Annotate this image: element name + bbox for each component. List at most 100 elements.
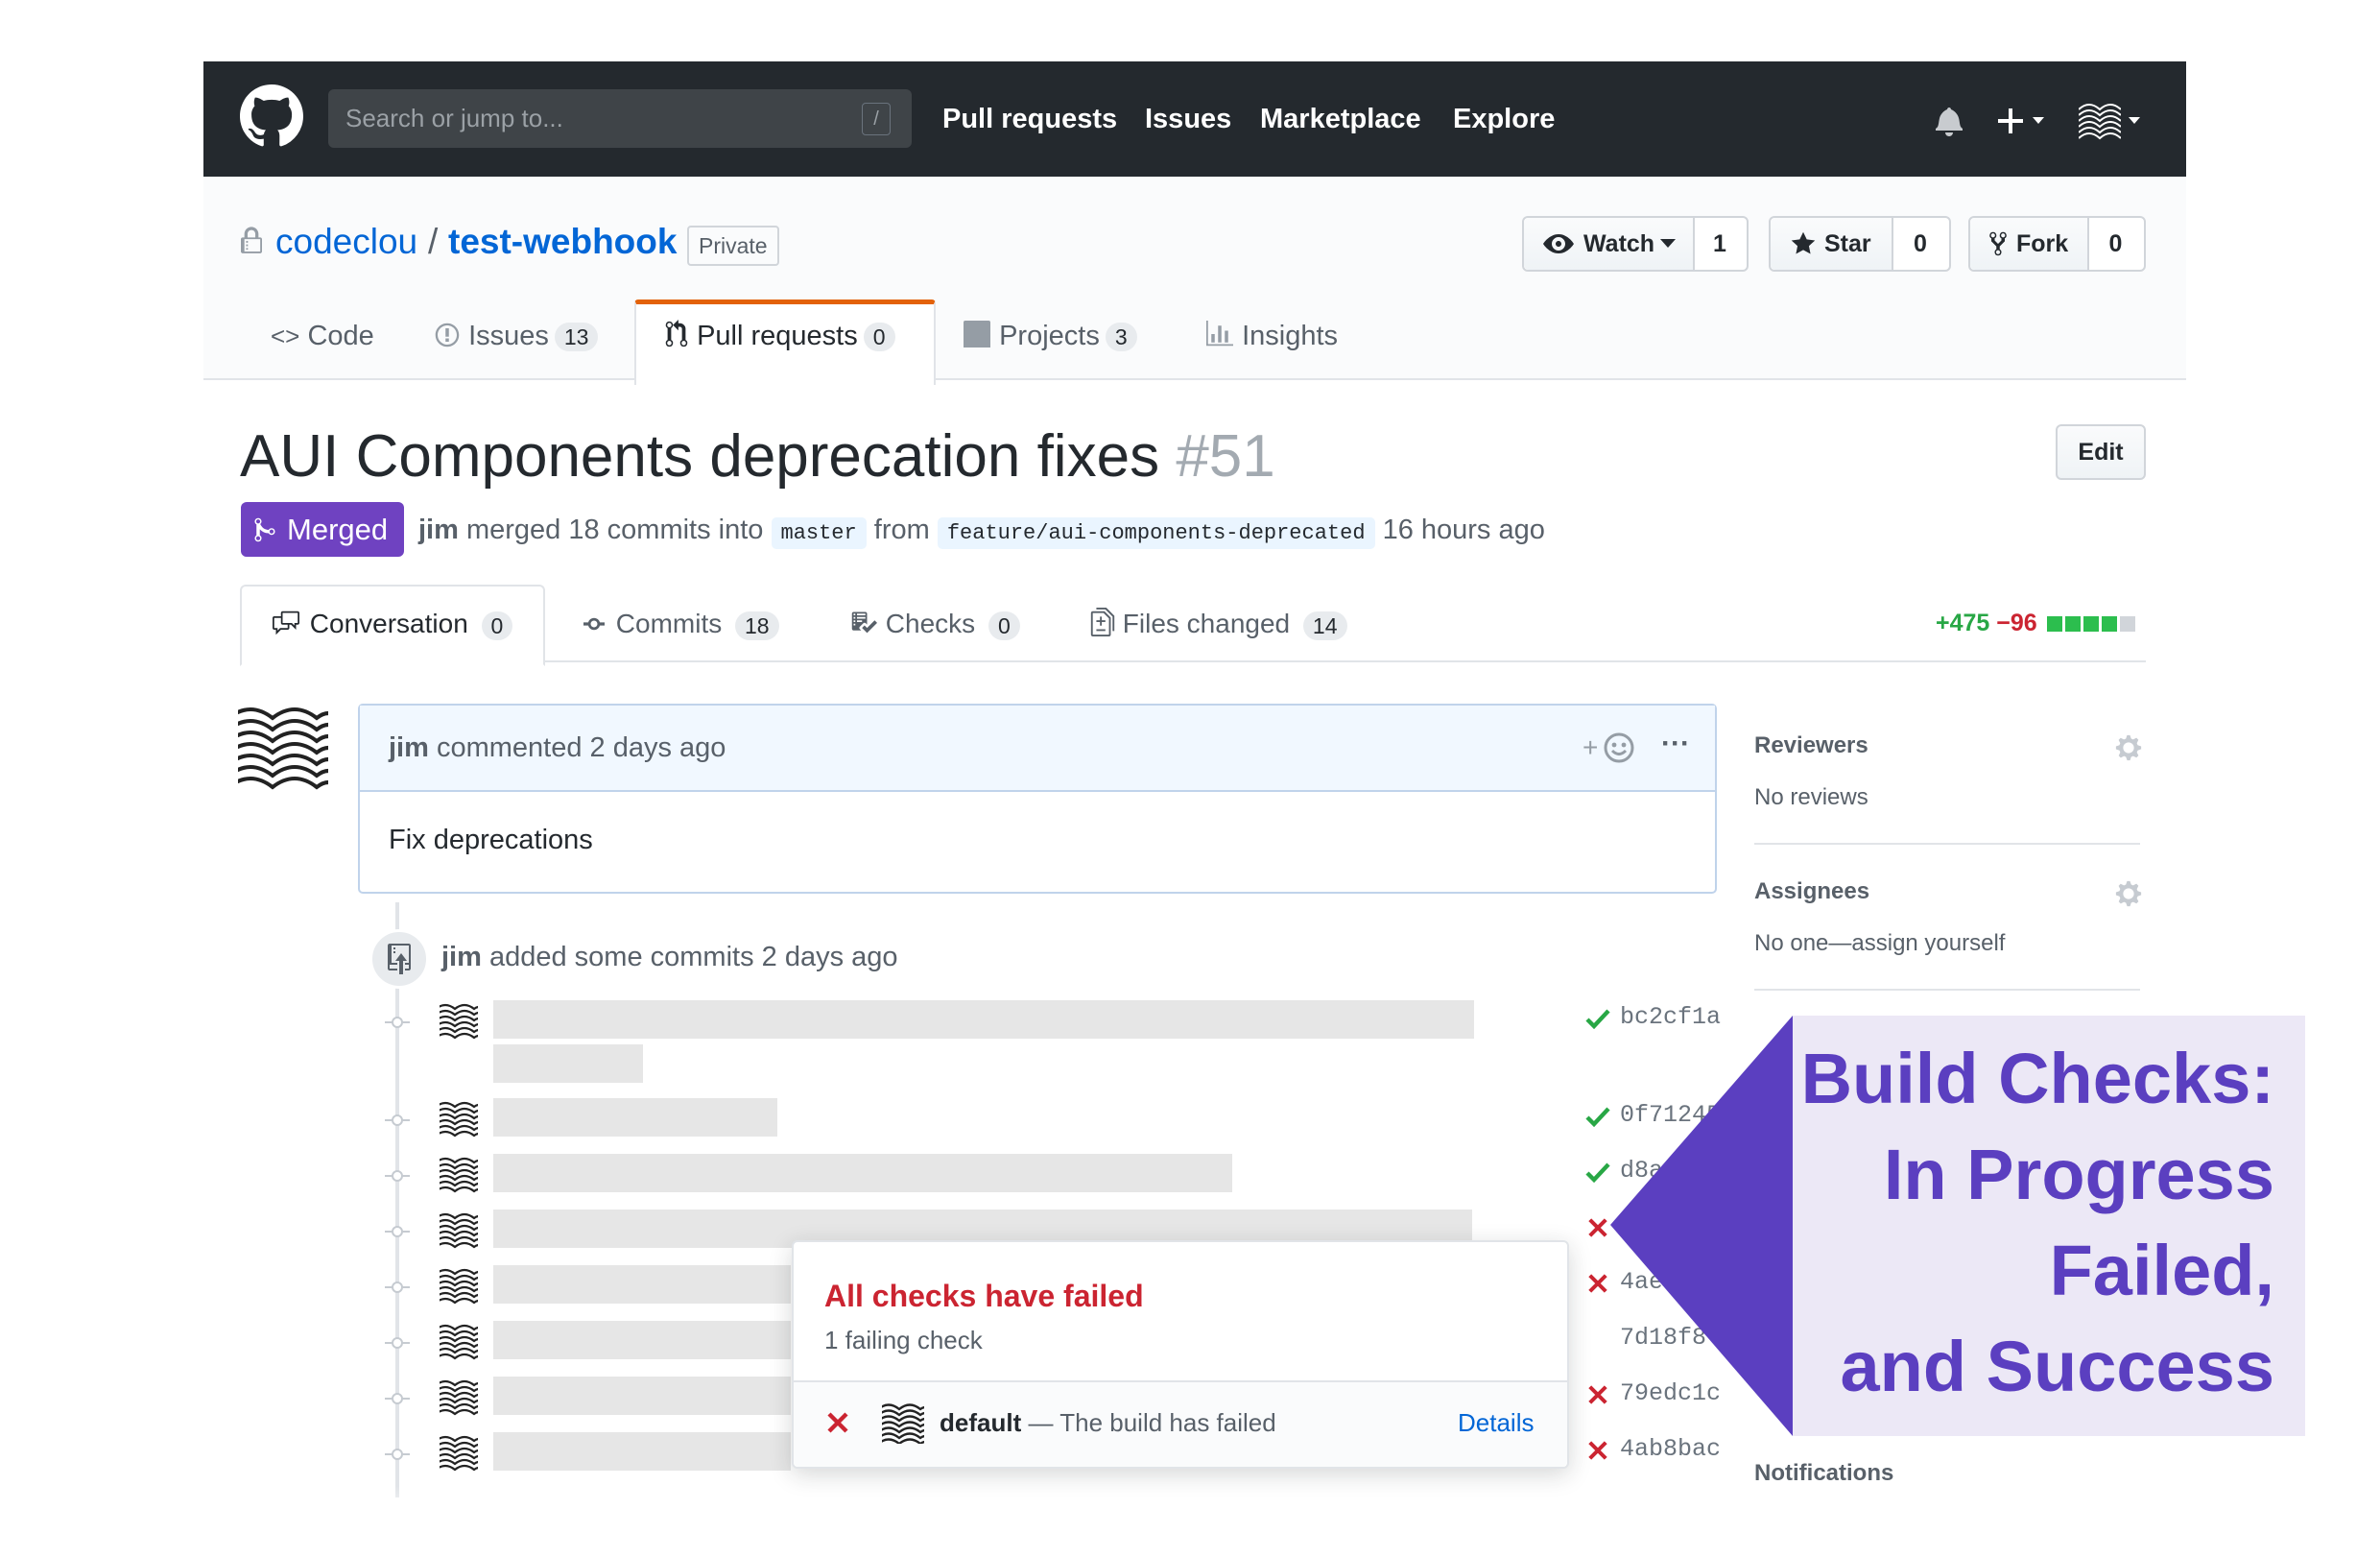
star-button[interactable]: Star xyxy=(1771,218,1893,270)
chevron-down-icon xyxy=(1660,239,1676,249)
commit-author-avatar[interactable] xyxy=(440,1267,478,1305)
assignees-value[interactable]: No one—assign yourself xyxy=(1754,928,2005,959)
check-status-text: — The build has failed xyxy=(1028,1408,1276,1437)
tab-projects[interactable]: Projects 3 xyxy=(963,317,1137,355)
commit-row: d8a xyxy=(374,1154,1718,1206)
smiley-icon[interactable] xyxy=(1604,732,1634,763)
check-app-avatar xyxy=(882,1401,924,1444)
tab-checks[interactable]: Checks 0 xyxy=(849,605,1020,643)
nav-pull-requests[interactable]: Pull requests xyxy=(942,100,1117,138)
watch-count[interactable]: 1 xyxy=(1695,218,1745,270)
tab-pull-requests-label: Pull requests xyxy=(697,321,858,351)
lock-icon xyxy=(241,227,262,255)
edit-button[interactable]: Edit xyxy=(2056,424,2146,480)
tab-commits-count: 18 xyxy=(735,611,779,640)
commit-author-avatar[interactable] xyxy=(440,1434,478,1473)
reviewers-gear-icon[interactable] xyxy=(2114,733,2143,762)
commit-dot-icon xyxy=(385,1281,410,1294)
star-icon xyxy=(1790,230,1817,257)
tab-files-changed-count: 14 xyxy=(1302,611,1347,640)
deletions-count: −96 xyxy=(1996,610,2037,636)
pr-title: AUI Components deprecation fixes #51 xyxy=(240,419,1275,495)
search-input[interactable] xyxy=(328,89,845,148)
add-reaction-button[interactable]: + xyxy=(1583,729,1598,767)
check-row: default — The build has failed Details xyxy=(794,1382,1567,1467)
pr-title-text: AUI Components deprecation fixes xyxy=(240,423,1160,490)
reviewers-value: No reviews xyxy=(1754,784,1868,810)
comment-action: commented 2 days ago xyxy=(436,732,726,763)
commit-author-avatar[interactable] xyxy=(440,1100,478,1138)
assignees-heading[interactable]: Assignees xyxy=(1754,876,1869,907)
check-success-icon[interactable] xyxy=(1585,1106,1610,1127)
fork-count[interactable]: 0 xyxy=(2089,218,2142,270)
callout-line-4: and Success xyxy=(1840,1327,2274,1406)
details-link[interactable]: Details xyxy=(1458,1405,1534,1440)
tab-insights[interactable]: Insights xyxy=(1205,317,1338,355)
star-label: Star xyxy=(1824,230,1871,257)
nav-explore[interactable]: Explore xyxy=(1453,100,1555,138)
pr-author-link[interactable]: jim xyxy=(418,515,459,545)
fork-button[interactable]: Fork xyxy=(1970,218,2089,270)
tab-pull-requests-count: 0 xyxy=(863,323,895,352)
tab-projects-label: Projects xyxy=(999,321,1100,351)
fork-label: Fork xyxy=(2016,230,2069,257)
tab-commits[interactable]: Commits 18 xyxy=(580,605,779,643)
tab-checks-count: 0 xyxy=(988,611,1020,640)
comment-author-link[interactable]: jim xyxy=(389,732,429,763)
github-logo-icon[interactable] xyxy=(240,84,303,148)
commit-sha-link[interactable]: 4ab8bac xyxy=(1620,1434,1721,1465)
commit-author-avatar[interactable] xyxy=(440,1323,478,1361)
tab-files-changed[interactable]: Files changed 14 xyxy=(1090,605,1347,643)
checks-popover-subtitle: 1 failing check xyxy=(824,1326,983,1354)
assignees-gear-icon[interactable] xyxy=(2114,879,2143,908)
callout-line-1: Build Checks: xyxy=(1800,1039,2274,1118)
check-success-icon[interactable] xyxy=(1585,1008,1610,1029)
search-box[interactable]: / xyxy=(328,89,912,148)
sidebar-divider xyxy=(1754,989,2140,991)
commit-author-avatar[interactable] xyxy=(440,1211,478,1250)
tab-pull-requests[interactable]: Pull requests 0 xyxy=(664,317,895,355)
check-failure-icon[interactable] xyxy=(1587,1384,1608,1405)
avatar[interactable] xyxy=(2079,100,2148,142)
check-failure-icon[interactable] xyxy=(1587,1273,1608,1294)
tab-code[interactable]: <> Code xyxy=(271,317,374,355)
reviewers-heading[interactable]: Reviewers xyxy=(1754,731,1868,761)
repo-name-link[interactable]: test-webhook xyxy=(448,221,677,263)
tab-issues[interactable]: Issues 13 xyxy=(434,317,599,355)
merged-label: Merged xyxy=(287,513,389,546)
star-count[interactable]: 0 xyxy=(1893,218,1947,270)
comment-author-avatar[interactable] xyxy=(238,705,328,791)
comment-more-button[interactable]: ··· xyxy=(1661,725,1690,763)
comment-box: jim commented 2 days ago + ··· Fix depre… xyxy=(358,704,1717,894)
search-shortcut-key: / xyxy=(862,103,891,135)
checks-popover: All checks have failed 1 failing check d… xyxy=(792,1240,1569,1469)
tab-conversation[interactable]: Conversation 0 xyxy=(270,605,513,643)
fork-button-group: Fork 0 xyxy=(1968,216,2146,272)
callout-line-3: Failed, xyxy=(2049,1231,2274,1310)
nav-issues[interactable]: Issues xyxy=(1145,100,1231,138)
check-name: default xyxy=(940,1408,1022,1437)
watch-button[interactable]: Watch xyxy=(1524,218,1695,270)
commit-message-redacted xyxy=(493,1098,777,1137)
check-failure-icon[interactable] xyxy=(1587,1217,1608,1238)
issue-opened-icon xyxy=(434,322,461,348)
plus-icon[interactable] xyxy=(1996,104,2052,138)
commit-author-avatar[interactable] xyxy=(440,1002,478,1041)
head-branch[interactable]: feature/aui-components-deprecated xyxy=(937,517,1375,549)
commit-author-avatar[interactable] xyxy=(440,1156,478,1194)
check-success-icon[interactable] xyxy=(1585,1162,1610,1183)
comment-meta: jim commented 2 days ago xyxy=(389,729,726,767)
commits-event-author[interactable]: jim xyxy=(441,942,482,972)
nav-marketplace[interactable]: Marketplace xyxy=(1260,100,1421,138)
commit-dot-icon xyxy=(385,1225,410,1238)
bell-icon[interactable] xyxy=(1935,106,1964,136)
repo-owner-link[interactable]: codeclou xyxy=(275,221,417,263)
base-branch[interactable]: master xyxy=(771,517,867,549)
sidebar-divider xyxy=(1754,843,2140,845)
commit-author-avatar[interactable] xyxy=(440,1378,478,1417)
tab-commits-label: Commits xyxy=(615,609,723,638)
merged-state-badge: Merged xyxy=(241,502,404,557)
commit-message-redacted xyxy=(493,1265,791,1304)
check-failure-icon[interactable] xyxy=(1587,1440,1608,1461)
git-merge-icon xyxy=(254,516,275,543)
